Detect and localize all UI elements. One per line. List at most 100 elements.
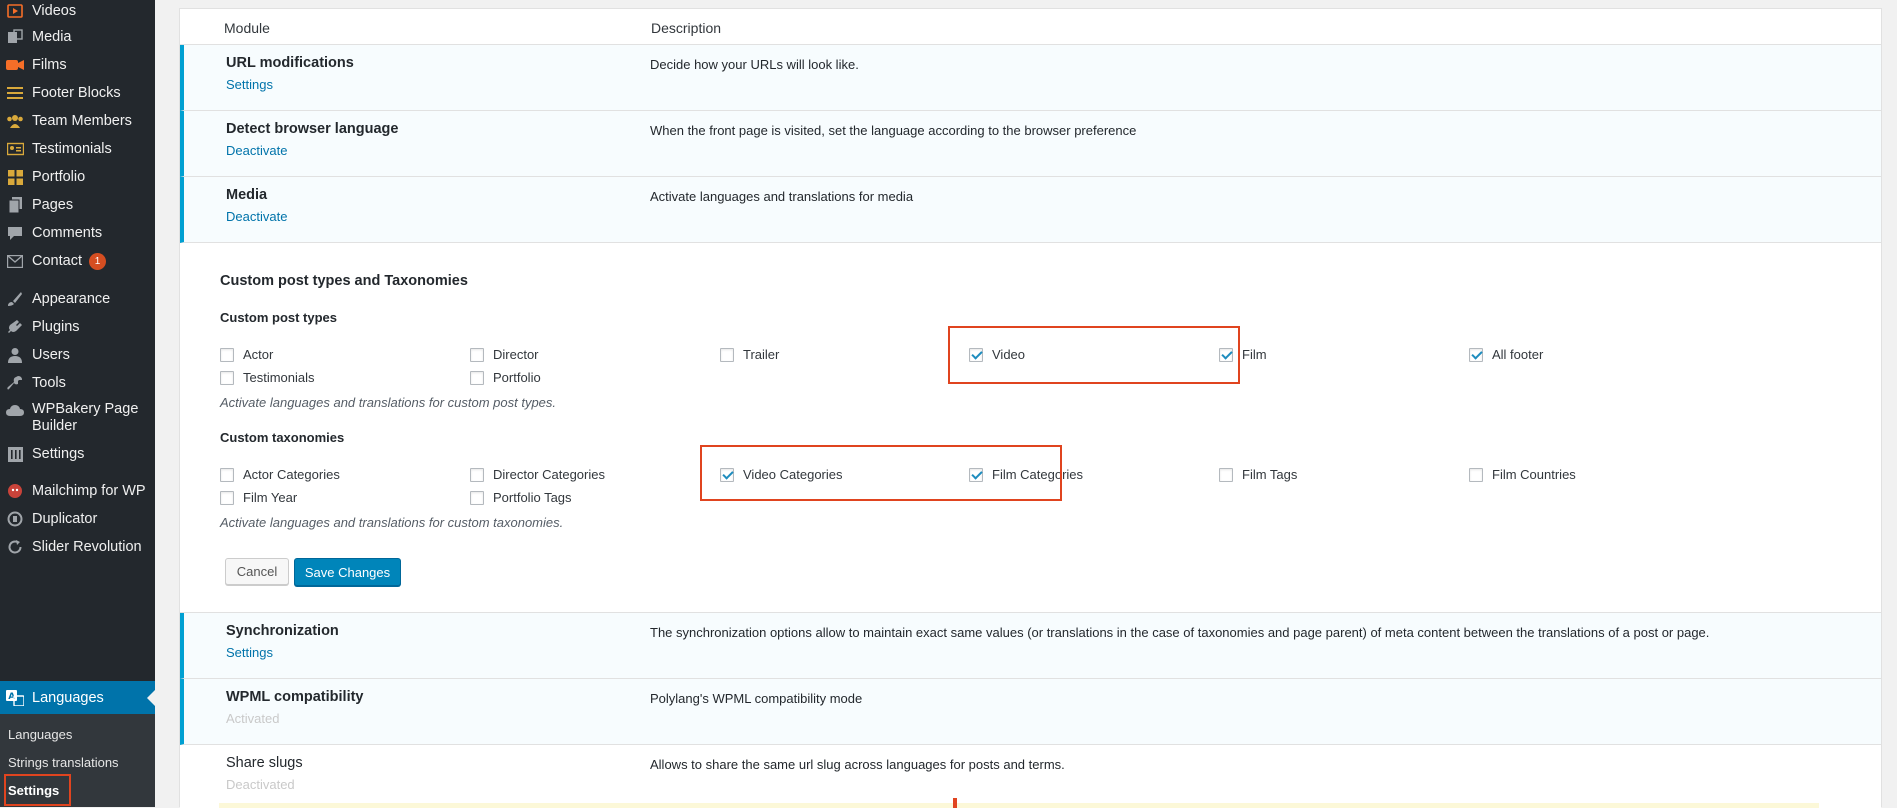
checkbox-director-categories[interactable]: Director Categories bbox=[470, 467, 605, 482]
checkbox-trailer[interactable]: Trailer bbox=[720, 347, 779, 362]
media-icon bbox=[6, 28, 24, 46]
pages-icon bbox=[6, 196, 24, 214]
sidebar-item-films[interactable]: Films bbox=[0, 50, 155, 80]
post-types-hint: Activate languages and translations for … bbox=[220, 395, 557, 410]
sidebar-item-label: Films bbox=[32, 56, 67, 73]
sidebar-item-label: Users bbox=[32, 346, 70, 363]
sidebar-item-media[interactable]: Media bbox=[0, 22, 155, 52]
sidebar-item-duplicator[interactable]: Duplicator bbox=[0, 504, 155, 534]
sidebar-item-testimonials[interactable]: Testimonials bbox=[0, 134, 155, 164]
sidebar-item-slider-revolution[interactable]: Slider Revolution bbox=[0, 532, 155, 562]
checkbox-label: Video Categories bbox=[743, 467, 843, 482]
sidebar-item-label: Portfolio bbox=[32, 168, 86, 185]
sidebar-item-portfolio[interactable]: Portfolio bbox=[0, 162, 155, 192]
module-settings-link[interactable]: Settings bbox=[226, 645, 273, 660]
camera-icon bbox=[6, 56, 24, 74]
grid-icon bbox=[6, 168, 24, 186]
checkbox-portfolio-tags[interactable]: Portfolio Tags bbox=[470, 490, 572, 505]
checkbox-label: Trailer bbox=[743, 347, 780, 362]
checkbox-all-footer[interactable]: All footer bbox=[1469, 347, 1543, 362]
module-status-deactivated: Deactivated bbox=[226, 777, 295, 792]
checkbox-director[interactable]: Director bbox=[470, 347, 539, 362]
checkbox-box[interactable] bbox=[470, 490, 484, 505]
checkbox-actor-categories[interactable]: Actor Categories bbox=[220, 467, 340, 482]
checkbox-box[interactable] bbox=[1219, 347, 1233, 362]
checkbox-film-year[interactable]: Film Year bbox=[220, 490, 297, 505]
module-title: URL modifications bbox=[226, 55, 354, 71]
checkbox-actor[interactable]: Actor bbox=[220, 347, 273, 362]
checkbox-label: All footer bbox=[1492, 347, 1544, 362]
submenu-item-languages[interactable]: Languages bbox=[8, 727, 72, 742]
cancel-button[interactable]: Cancel bbox=[225, 558, 289, 585]
sidebar-item-mailchimp[interactable]: Mailchimp for WP bbox=[0, 476, 155, 506]
checkbox-film[interactable]: Film bbox=[1219, 347, 1267, 362]
module-title: Detect browser language bbox=[226, 121, 399, 137]
main-content: Module Description URL modifications Set… bbox=[155, 0, 1897, 808]
user-icon bbox=[6, 346, 24, 364]
sidebar-item-contact[interactable]: Contact 1 bbox=[0, 246, 155, 276]
sidebar-item-label: Pages bbox=[32, 196, 74, 213]
checkbox-label: Portfolio bbox=[493, 370, 541, 385]
sidebar-item-comments[interactable]: Comments bbox=[0, 218, 155, 248]
sidebar-item-settings[interactable]: Settings bbox=[0, 439, 155, 469]
checkbox-box[interactable] bbox=[220, 370, 234, 385]
sidebar-item-label: Settings bbox=[32, 445, 85, 462]
checkbox-film-tags[interactable]: Film Tags bbox=[1219, 467, 1297, 482]
checkbox-box[interactable] bbox=[720, 467, 734, 482]
checkbox-film-categories[interactable]: Film Categories bbox=[969, 467, 1083, 482]
checkbox-box[interactable] bbox=[470, 347, 484, 362]
checkbox-label: Director bbox=[493, 347, 539, 362]
sidebar-item-wpbakery[interactable]: WPBakery Page Builder bbox=[0, 396, 155, 440]
sidebar-item-pages[interactable]: Pages bbox=[0, 190, 155, 220]
module-row-wpml-compatibility: WPML compatibility Activated Polylang's … bbox=[180, 679, 1881, 745]
notice-strip bbox=[219, 803, 1819, 808]
checkbox-label: Portfolio Tags bbox=[493, 490, 572, 505]
module-description: Activate languages and translations for … bbox=[650, 189, 914, 204]
module-settings-link[interactable]: Settings bbox=[226, 77, 273, 92]
checkbox-portfolio[interactable]: Portfolio bbox=[470, 370, 541, 385]
sidebar-item-team-members[interactable]: Team Members bbox=[0, 106, 155, 136]
checkbox-box[interactable] bbox=[220, 490, 234, 505]
checkbox-label: Film Tags bbox=[1242, 467, 1298, 482]
submenu-item-settings[interactable]: Settings bbox=[8, 783, 59, 798]
sidebar-item-footer-blocks[interactable]: Footer Blocks bbox=[0, 78, 155, 108]
checkbox-film-countries[interactable]: Film Countries bbox=[1469, 467, 1576, 482]
checkbox-box[interactable] bbox=[220, 347, 234, 362]
translation-icon: A bbox=[6, 689, 24, 707]
sidebar-item-tools[interactable]: Tools bbox=[0, 368, 155, 398]
sidebar-item-label: Plugins bbox=[32, 318, 80, 335]
sidebar-item-plugins[interactable]: Plugins bbox=[0, 312, 155, 342]
mail-icon bbox=[6, 252, 24, 270]
checkbox-label: Actor Categories bbox=[243, 467, 340, 482]
module-title: Media bbox=[226, 187, 268, 203]
checkbox-box[interactable] bbox=[470, 370, 484, 385]
save-changes-button[interactable]: Save Changes bbox=[294, 558, 401, 586]
modules-table: Module Description URL modifications Set… bbox=[179, 8, 1882, 808]
checkbox-box[interactable] bbox=[220, 467, 234, 482]
submenu-item-strings-translations[interactable]: Strings translations bbox=[8, 755, 119, 770]
comment-icon bbox=[6, 224, 24, 242]
checkbox-box[interactable] bbox=[969, 347, 983, 362]
checkbox-box[interactable] bbox=[1469, 347, 1483, 362]
sidebar-item-label: Footer Blocks bbox=[32, 84, 121, 101]
sidebar-item-users[interactable]: Users bbox=[0, 340, 155, 370]
module-deactivate-link[interactable]: Deactivate bbox=[226, 209, 287, 224]
module-deactivate-link[interactable]: Deactivate bbox=[226, 143, 287, 158]
sidebar-item-label: Duplicator bbox=[32, 510, 98, 527]
checkbox-video-categories[interactable]: Video Categories bbox=[720, 467, 843, 482]
module-title: Synchronization bbox=[226, 623, 339, 639]
checkbox-box[interactable] bbox=[1469, 467, 1483, 482]
checkbox-video[interactable]: Video bbox=[969, 347, 1025, 362]
sidebar-item-languages[interactable]: A Languages bbox=[0, 681, 155, 715]
checkbox-testimonials[interactable]: Testimonials bbox=[220, 370, 315, 385]
checkbox-box[interactable] bbox=[720, 347, 734, 362]
module-row-detect-browser-language: Detect browser language Deactivate When … bbox=[180, 111, 1881, 177]
mailchimp-icon bbox=[6, 482, 24, 500]
sidebar-item-label: Mailchimp for WP bbox=[32, 482, 146, 499]
checkbox-label: Film Categories bbox=[992, 467, 1084, 482]
checkbox-box[interactable] bbox=[969, 467, 983, 482]
checkbox-box[interactable] bbox=[470, 467, 484, 482]
column-header-module: Module bbox=[224, 20, 270, 36]
sidebar-item-appearance[interactable]: Appearance bbox=[0, 284, 155, 314]
checkbox-box[interactable] bbox=[1219, 467, 1233, 482]
